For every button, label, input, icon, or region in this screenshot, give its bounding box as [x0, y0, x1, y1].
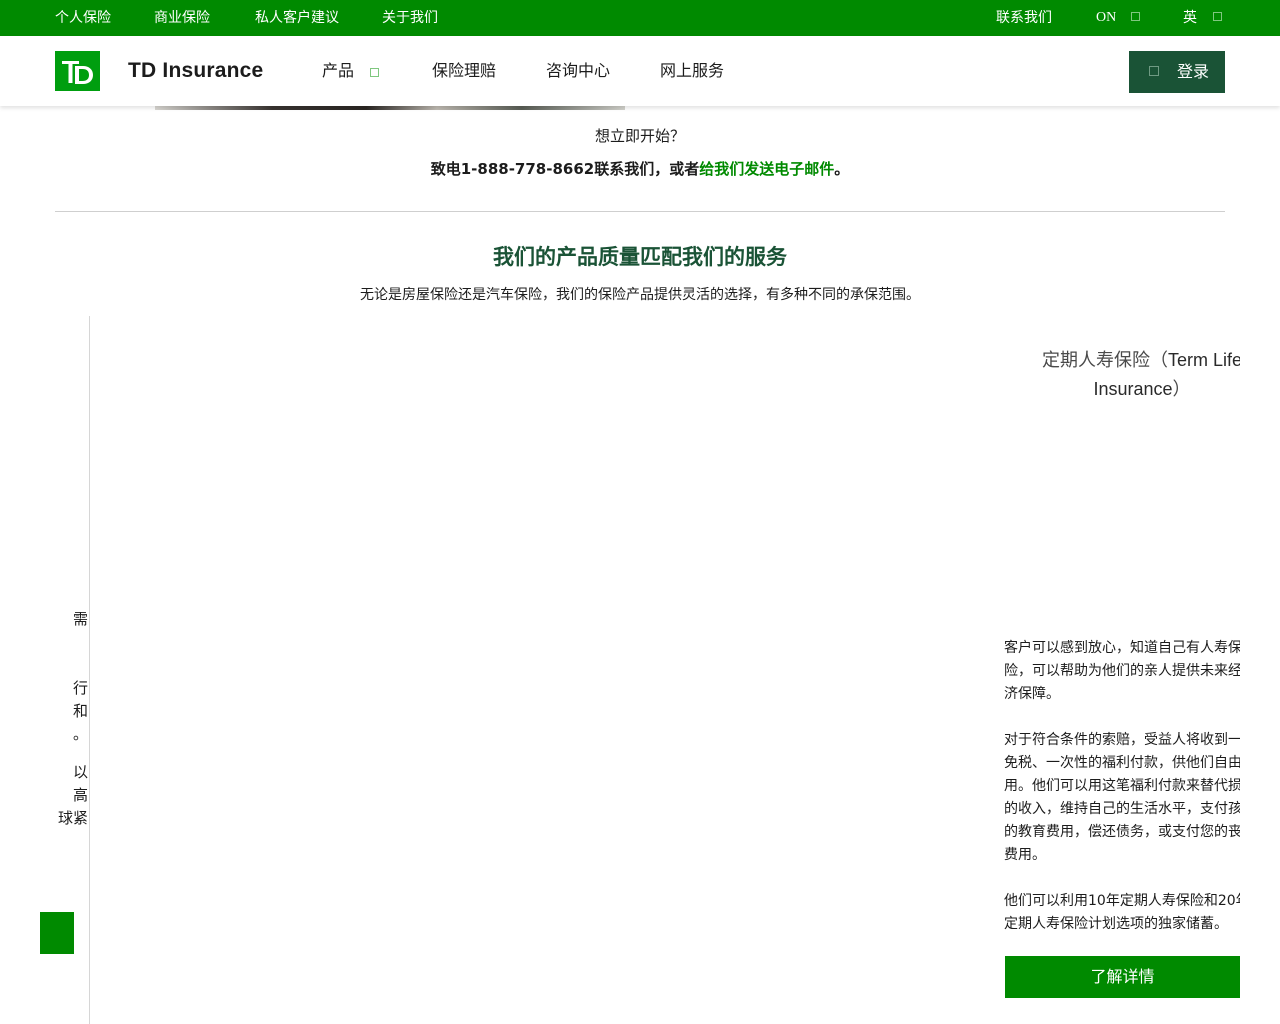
card-paragraph: 客户可以感到放心，知道自己有人寿保 险，可以帮助为他们的亲人提供未来经 济保障。 [1004, 640, 1240, 702]
products-subheading: 无论是房屋保险还是汽车保险，我们的保险产品提供灵活的选择，有多种不同的承保范围。 [360, 287, 920, 303]
card-text-fragment: 行 和 。 [72, 679, 88, 743]
utility-link-contact-us[interactable]: 联系我们 [996, 9, 1052, 27]
utility-link-private-client[interactable]: 私人客户建议 [255, 9, 339, 27]
section-divider [55, 211, 1225, 212]
chevron-down-icon [1131, 12, 1140, 21]
utility-link-about-us[interactable]: 关于我们 [382, 9, 438, 27]
learn-more-button[interactable] [40, 912, 74, 954]
product-card-term-life: 定期人寿保险（Term Life Insurance） 客户可以感到放心，知道自… [1004, 316, 1240, 1024]
lock-icon [1149, 66, 1159, 76]
contact-title: 想立即开始？ [594, 127, 685, 145]
language-selector[interactable]: 英 [1183, 9, 1197, 27]
main-header: TD Insurance 产品 保险理赔 咨询中心 网上服务 登录 [0, 36, 1280, 106]
card-text-fragment: 以 高 球紧 [57, 763, 88, 827]
contact-line: 致电1-888-778-8662联系我们，或者给我们发送电子邮件。 [0, 159, 1280, 179]
card-paragraph: 他们可以利用10年定期人寿保险和20年 定期人寿保险计划选项的独家储蓄。 [1004, 893, 1240, 932]
utility-link-business-insurance[interactable]: 商业保险 [154, 9, 210, 27]
province-selector[interactable]: ON [1096, 9, 1116, 27]
email-us-link[interactable]: 给我们发送电子邮件 [699, 160, 834, 178]
nav-online-services[interactable]: 网上服务 [660, 61, 724, 81]
login-label: 登录 [1177, 62, 1210, 81]
card-paragraph: 对于符合条件的索赔，受益人将收到一笔 免税、一次性的福利付款，供他们自由使 用。… [1004, 732, 1240, 863]
products-heading: 我们的产品质量匹配我们的服务 [493, 245, 787, 269]
contact-phone-text: 致电1-888-778-8662联系我们，或者 [430, 160, 700, 178]
login-button[interactable]: 登录 [1129, 51, 1225, 93]
learn-more-button[interactable]: 了解详情 [1005, 956, 1240, 998]
chevron-down-icon [370, 68, 379, 77]
td-logo-icon[interactable] [55, 51, 100, 91]
card-title: 定期人寿保险（Term Life Insurance） [1041, 350, 1240, 400]
nav-products[interactable]: 产品 [322, 61, 354, 81]
utility-bar: 个人保险 商业保险 私人客户建议 关于我们 联系我们 ON 英 [0, 0, 1280, 36]
product-card-previous[interactable]: 需 行 和 。 以 高 球紧 [0, 316, 90, 1024]
product-carousel[interactable]: 需 行 和 。 以 高 球紧 定期人寿保险（Term Life Insuranc… [0, 316, 1280, 1024]
chevron-down-icon [1213, 12, 1222, 21]
card-border [89, 316, 90, 1024]
utility-link-personal-insurance[interactable]: 个人保险 [55, 9, 111, 27]
card-text-fragment: 需 [72, 610, 88, 628]
nav-advice-centre[interactable]: 咨询中心 [546, 61, 610, 81]
nav-claims[interactable]: 保险理赔 [432, 61, 496, 81]
brand-wordmark[interactable]: TD Insurance [128, 59, 263, 83]
contact-suffix: 。 [834, 160, 850, 178]
